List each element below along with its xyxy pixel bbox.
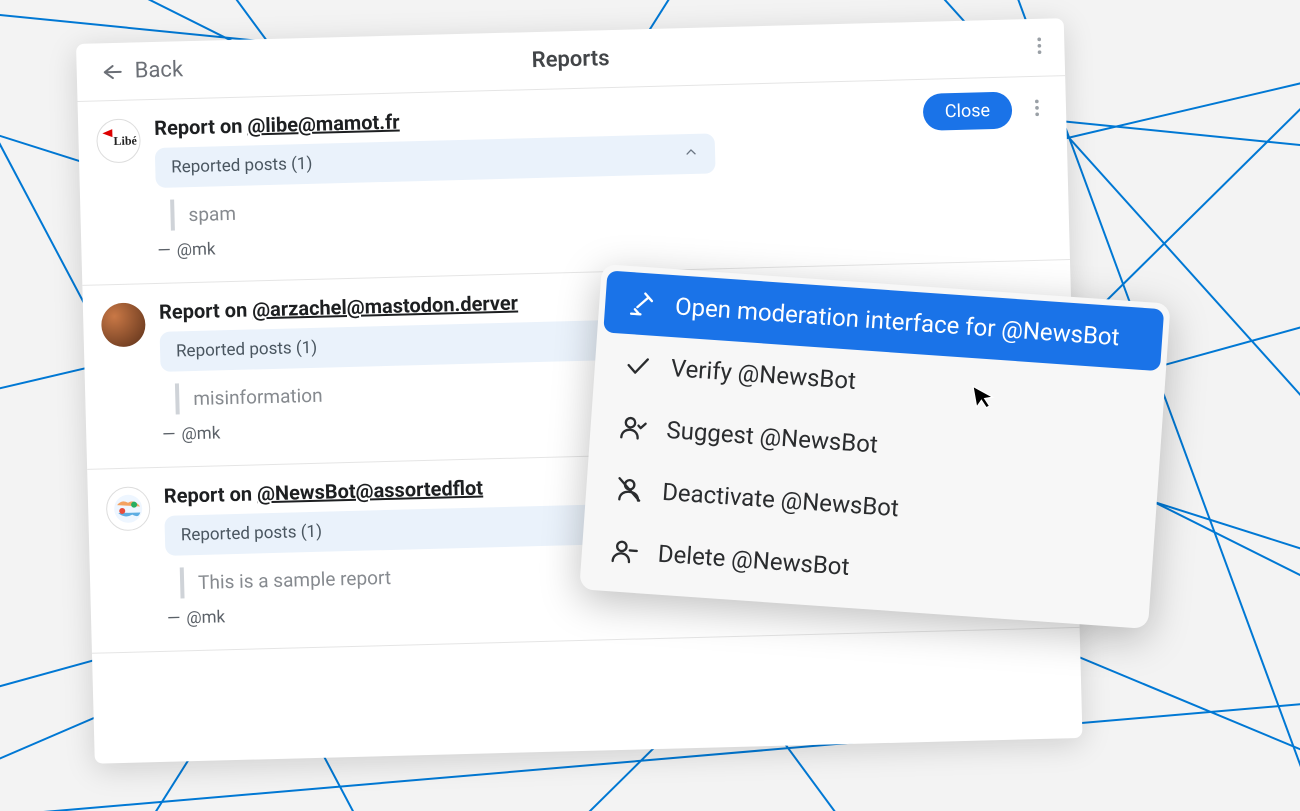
report-title-prefix: Report on bbox=[154, 114, 248, 140]
report-title-handle: @arzachel@mastodon.derver bbox=[252, 291, 518, 322]
person-minus-icon bbox=[609, 535, 641, 567]
report-title-handle: @NewsBot@assortedflot bbox=[257, 476, 484, 506]
header-more-icon[interactable] bbox=[1028, 34, 1051, 61]
svg-text:Libé: Libé bbox=[113, 133, 137, 148]
report-title-prefix: Report on bbox=[164, 481, 258, 507]
reported-posts-label: Reported posts (1) bbox=[181, 522, 323, 546]
back-button[interactable]: Back bbox=[134, 57, 183, 83]
report-item: Libé Report on @libe@mamot.fr Reported p… bbox=[78, 76, 1070, 286]
report-content: Report on @libe@mamot.fr Reported posts … bbox=[154, 93, 1049, 261]
report-more-icon[interactable] bbox=[1026, 97, 1049, 124]
report-title-handle: @libe@mamot.fr bbox=[247, 110, 400, 138]
menu-item-label: Verify @NewsBot bbox=[670, 354, 857, 395]
avatar[interactable] bbox=[101, 302, 146, 347]
reported-posts-toggle[interactable]: Reported posts (1) bbox=[155, 133, 716, 188]
context-menu: Open moderation interface for @NewsBot V… bbox=[579, 264, 1170, 629]
menu-item-label: Deactivate @NewsBot bbox=[661, 478, 900, 522]
chevron-up-icon bbox=[683, 144, 700, 164]
person-check-icon bbox=[618, 412, 650, 444]
report-title-prefix: Report on bbox=[159, 297, 253, 323]
page-title: Reports bbox=[531, 46, 609, 73]
close-button[interactable]: Close bbox=[922, 92, 1012, 131]
avatar[interactable] bbox=[106, 486, 151, 531]
check-icon bbox=[622, 350, 654, 382]
back-arrow-icon[interactable] bbox=[96, 57, 125, 86]
menu-item-label: Delete @NewsBot bbox=[657, 540, 850, 581]
reported-posts-label: Reported posts (1) bbox=[176, 338, 318, 362]
person-slash-icon bbox=[613, 473, 645, 505]
reported-posts-label: Reported posts (1) bbox=[171, 154, 313, 178]
gavel-icon bbox=[626, 288, 658, 320]
report-title[interactable]: Report on @libe@mamot.fr bbox=[154, 93, 1046, 140]
menu-item-label: Suggest @NewsBot bbox=[666, 416, 879, 459]
avatar[interactable]: Libé bbox=[96, 118, 141, 163]
